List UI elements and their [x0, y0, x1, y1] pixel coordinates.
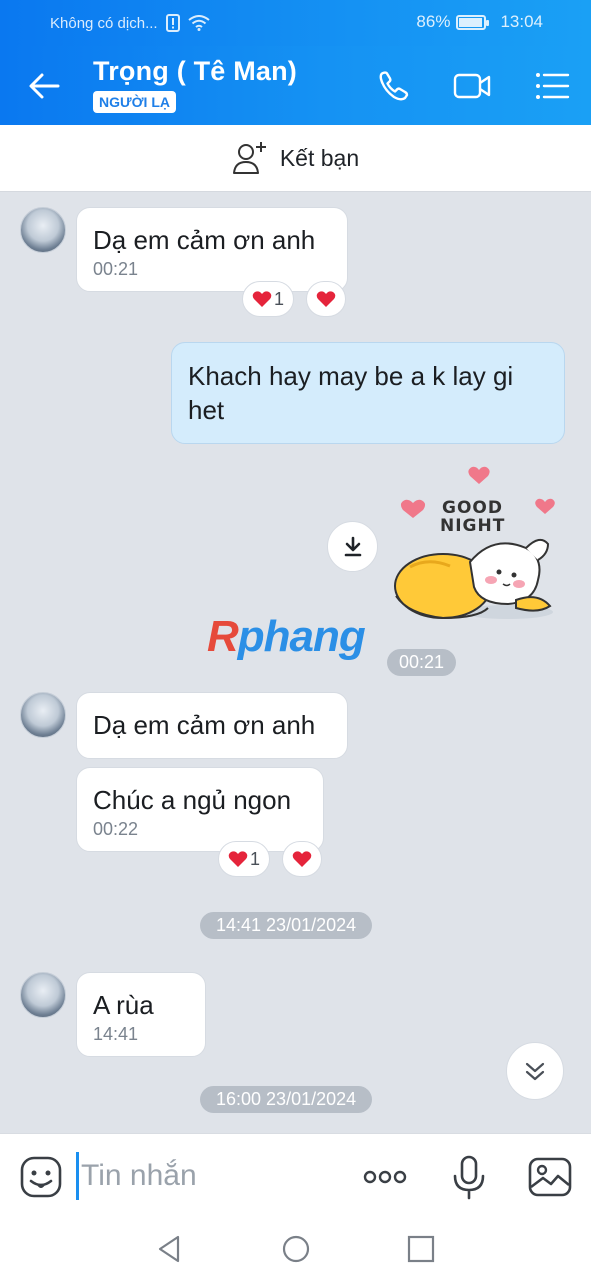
react-button[interactable] — [306, 281, 346, 317]
message-text: Dạ em cảm ơn anh — [93, 225, 316, 255]
back-arrow-icon[interactable] — [26, 68, 62, 104]
message-time: 00:22 — [93, 819, 139, 839]
microphone-icon[interactable] — [446, 1154, 492, 1200]
message-text: A rùa — [93, 990, 154, 1020]
add-friend-label: Kết bạn — [279, 144, 360, 171]
battery-percent: 86% — [416, 12, 451, 31]
message-bubble[interactable]: Dạ em cảm ơn anh 00:21 — [76, 207, 348, 292]
message-input[interactable] — [76, 1152, 346, 1200]
avatar[interactable] — [20, 972, 66, 1018]
avatar[interactable] — [20, 692, 66, 738]
heart-icon — [316, 291, 336, 307]
message-bubble[interactable]: Dạ em cảm ơn anh — [76, 692, 348, 759]
nav-home-icon[interactable] — [280, 1233, 312, 1265]
heart-icon — [252, 291, 272, 307]
video-call-icon[interactable] — [452, 66, 492, 106]
stranger-badge: NGƯỜI LẠ — [93, 91, 176, 113]
clock: 13:04 — [500, 12, 543, 31]
chat-header: Trọng ( Tê Man) NGƯỜI LẠ — [0, 46, 591, 125]
contact-name[interactable]: Trọng ( Tê Man) — [93, 56, 297, 87]
message-input-bar — [0, 1133, 591, 1219]
message-bubble[interactable]: Chúc a ngủ ngon 00:22 — [76, 767, 324, 852]
good-night-sticker[interactable]: GOOD NIGHT — [388, 462, 560, 624]
image-icon[interactable] — [527, 1154, 573, 1200]
svg-text:NIGHT: NIGHT — [440, 516, 505, 536]
message-text: Chúc a ngủ ngon — [93, 785, 292, 815]
heart-icon — [292, 851, 312, 867]
sim-alert-icon — [165, 14, 180, 32]
reaction-count[interactable]: 1 — [242, 281, 294, 317]
message-text: Dạ em cảm ơn anh — [93, 710, 316, 740]
react-button[interactable] — [282, 841, 322, 877]
date-divider: 14:41 23/01/2024 — [200, 912, 373, 939]
reaction-count[interactable]: 1 — [218, 841, 270, 877]
wifi-icon — [187, 15, 210, 31]
menu-list-icon[interactable] — [532, 66, 572, 106]
heart-icon — [228, 851, 248, 867]
avatar[interactable] — [20, 207, 66, 253]
message-bubble[interactable]: A rùa 14:41 — [76, 972, 206, 1057]
sticker-time: 00:21 — [387, 649, 457, 676]
date-divider: 16:00 23/01/2024 — [200, 1086, 373, 1113]
message-time: 00:21 — [93, 259, 139, 279]
status-bar: Không có dịch... 86% 13:04 — [0, 0, 591, 46]
my-message-bubble[interactable]: Khach hay may be a k lay gi het — [171, 342, 565, 444]
download-button[interactable] — [327, 521, 378, 572]
message-text: Khach hay may be a k lay gi het — [188, 361, 514, 425]
phone-icon[interactable] — [374, 66, 414, 106]
battery-icon — [456, 14, 490, 30]
sticker-text: GOOD — [442, 498, 503, 518]
carrier-text: Không có dịch... — [50, 14, 158, 32]
add-friend-icon — [232, 142, 266, 174]
nav-back-icon[interactable] — [154, 1233, 186, 1265]
watermark-logo: Rphang — [207, 612, 366, 661]
add-friend-bar[interactable]: Kết bạn — [0, 125, 591, 192]
nav-recents-icon[interactable] — [405, 1233, 437, 1265]
scroll-to-bottom-button[interactable] — [506, 1042, 564, 1100]
system-nav-bar — [0, 1219, 591, 1280]
emoji-icon[interactable] — [20, 1156, 62, 1198]
download-icon — [344, 536, 361, 556]
double-chevron-down-icon — [525, 1062, 545, 1081]
more-options-icon[interactable] — [362, 1154, 408, 1200]
reaction-number: 1 — [273, 288, 284, 309]
message-time: 14:41 — [93, 1024, 139, 1044]
reaction-number: 1 — [249, 848, 260, 869]
